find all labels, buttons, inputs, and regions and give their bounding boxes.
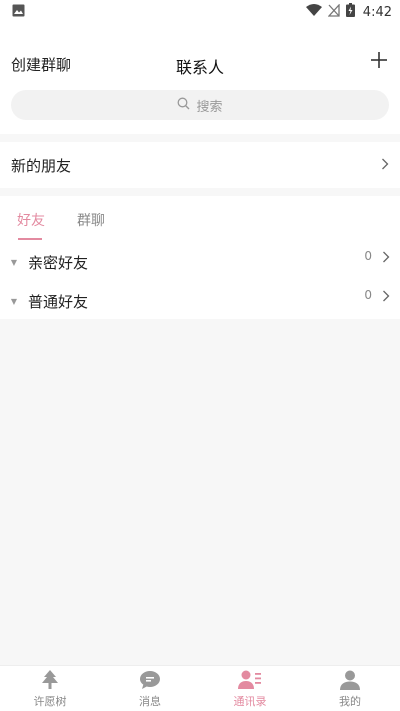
contacts-icon [238, 668, 262, 692]
page-title: 联系人 [175, 58, 224, 77]
contacts-panel: 好友 群聊 ▼ 亲密好友 0 ▼ 普通好友 0 [0, 196, 400, 319]
nav-messages[interactable]: 消息 [100, 666, 200, 711]
nav-label: 许愿树 [33, 695, 67, 708]
group-close-friends[interactable]: ▼ 亲密好友 0 [0, 243, 400, 281]
group-name: 亲密好友 [28, 253, 89, 272]
search-placeholder: 搜索 [196, 99, 223, 115]
group-normal-friends[interactable]: ▼ 普通好友 0 [0, 282, 400, 320]
contacts-screen: 4:42 创建群聊 联系人 搜索 新的朋友 好友 群聊 ▼ 亲密好友 0 ▼ 普… [0, 0, 400, 711]
image-icon [12, 4, 25, 21]
triangle-down-icon: ▼ [10, 296, 18, 306]
nav-label: 消息 [139, 695, 161, 708]
new-friends-row[interactable]: 新的朋友 [0, 142, 400, 188]
header: 创建群聊 联系人 搜索 [0, 24, 400, 134]
tab-groups[interactable]: 群聊 [77, 210, 105, 230]
profile-icon [338, 668, 362, 692]
triangle-down-icon: ▼ [10, 257, 18, 267]
contacts-tabs: 好友 群聊 [0, 196, 400, 242]
nav-profile[interactable]: 我的 [300, 666, 400, 711]
group-count: 0 [364, 249, 372, 263]
group-count: 0 [364, 288, 372, 302]
message-icon [138, 668, 162, 692]
nav-contacts[interactable]: 通讯录 [200, 666, 300, 711]
signal-off-icon [327, 2, 340, 21]
battery-charging-icon [345, 3, 355, 21]
status-bar: 4:42 [0, 0, 400, 24]
group-name: 普通好友 [28, 292, 89, 311]
wifi-icon [305, 3, 322, 21]
search-icon [177, 97, 190, 114]
nav-wish-tree[interactable]: 许愿树 [0, 666, 100, 711]
chevron-right-icon [382, 249, 390, 267]
search-input[interactable]: 搜索 [11, 90, 389, 120]
chevron-right-icon [382, 288, 390, 306]
new-friends-label: 新的朋友 [11, 156, 72, 175]
chevron-right-icon [381, 156, 389, 174]
active-tab-indicator [18, 238, 42, 240]
clock: 4:42 [362, 4, 392, 20]
nav-label: 通讯录 [233, 695, 267, 708]
tree-icon [38, 668, 62, 692]
nav-label: 我的 [339, 695, 361, 708]
bottom-nav: 许愿树 消息 通讯录 我的 [0, 665, 400, 711]
tab-friends[interactable]: 好友 [17, 210, 45, 230]
plus-icon[interactable] [370, 51, 388, 69]
